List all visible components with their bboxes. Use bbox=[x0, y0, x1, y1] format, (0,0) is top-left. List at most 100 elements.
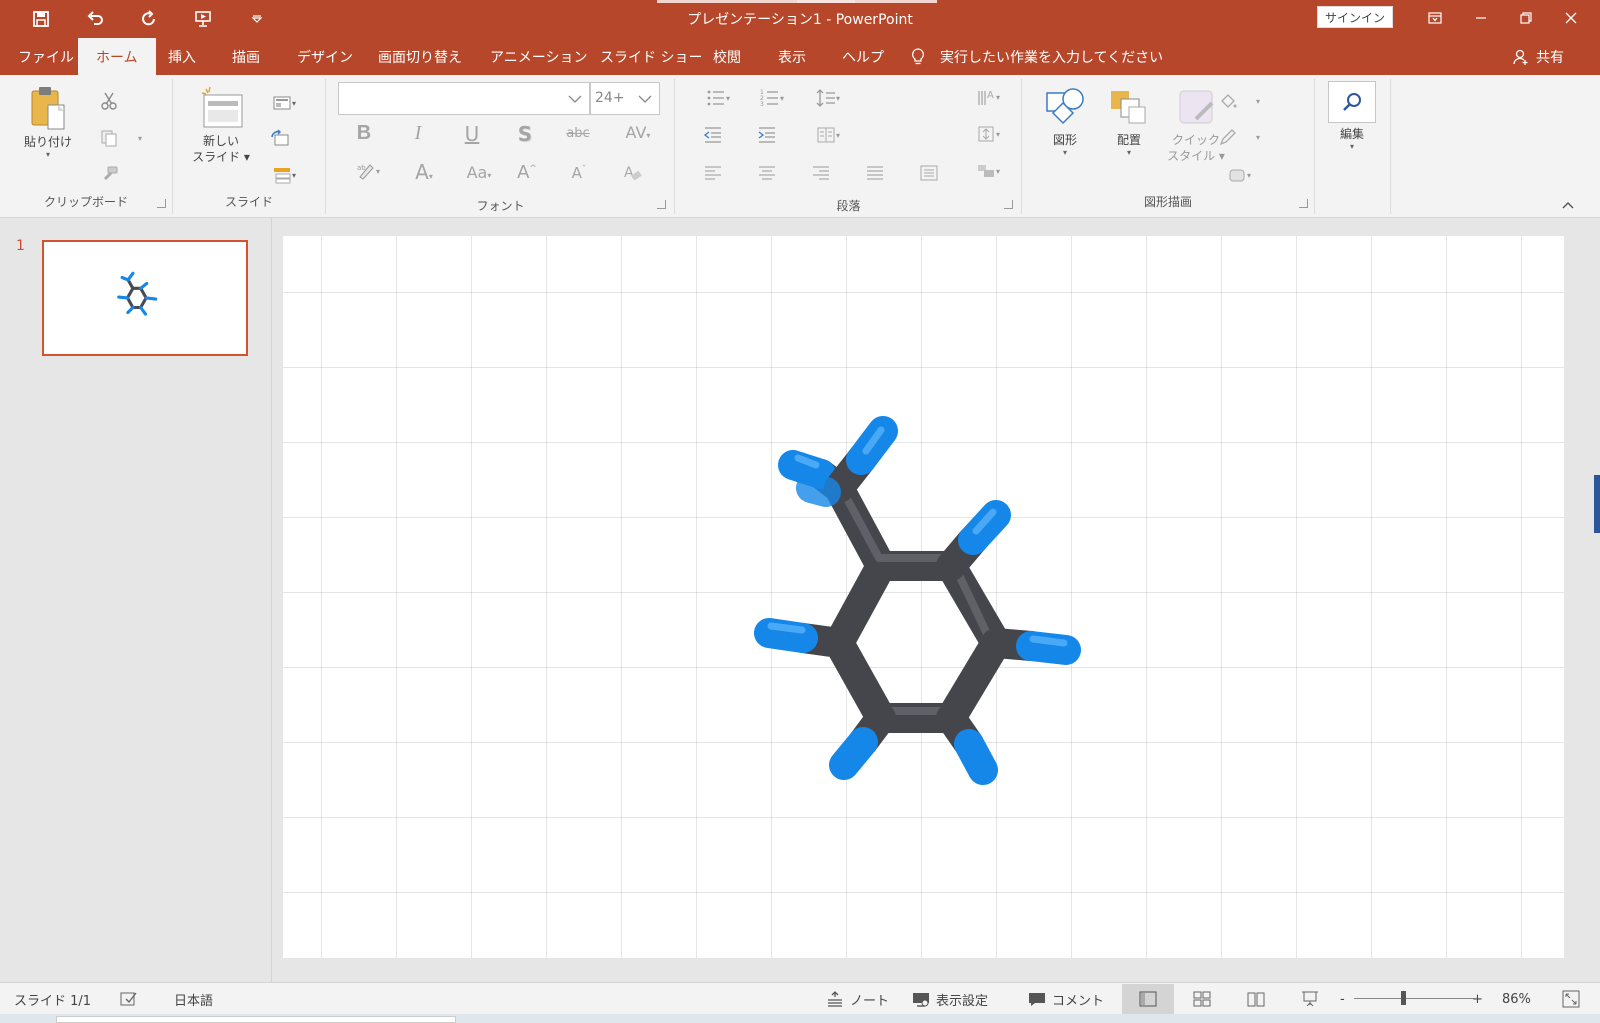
zoom-percent: 86% bbox=[1502, 991, 1531, 1007]
line-spacing-icon bbox=[816, 89, 835, 107]
shape-effects-button[interactable]: ▾ bbox=[1214, 163, 1264, 187]
italic-button[interactable]: I bbox=[403, 122, 433, 145]
tab-help[interactable]: ヘルプ bbox=[826, 38, 900, 75]
font-name-input[interactable] bbox=[338, 82, 590, 115]
arrange-button[interactable]: 配置 ▾ bbox=[1106, 85, 1152, 157]
share-button[interactable]: 共有 bbox=[1512, 38, 1564, 75]
text-highlight-button[interactable]: ab ▾ bbox=[348, 159, 388, 183]
text-direction-button[interactable]: A ▾ bbox=[968, 85, 1008, 109]
zoom-out-button[interactable]: - bbox=[1340, 983, 1345, 1015]
tab-transitions[interactable]: 画面切り替え bbox=[362, 38, 478, 75]
svg-text:A: A bbox=[987, 90, 994, 101]
shapes-button[interactable]: 図形 ▾ bbox=[1042, 85, 1088, 157]
align-text-button[interactable]: ▾ bbox=[968, 122, 1008, 146]
copy-button[interactable] bbox=[96, 126, 122, 150]
paste-button[interactable]: 貼り付け ▾ bbox=[20, 85, 76, 159]
increase-font-size-button[interactable]: A^ bbox=[512, 162, 542, 183]
comments-button[interactable]: コメント bbox=[1028, 983, 1104, 1015]
tab-file[interactable]: ファイル bbox=[2, 38, 90, 75]
collapse-ribbon-icon[interactable] bbox=[1560, 199, 1576, 211]
editing-button[interactable]: 編集 ▾ bbox=[1327, 81, 1377, 151]
section-button[interactable]: ▾ bbox=[267, 163, 301, 187]
fit-to-window-button[interactable] bbox=[1562, 983, 1580, 1015]
distributed-button[interactable] bbox=[916, 161, 942, 185]
font-color-button[interactable]: A▾ bbox=[404, 160, 444, 184]
align-center-button[interactable] bbox=[754, 161, 780, 185]
smartart-icon bbox=[977, 165, 994, 177]
ribbon-display-options-button[interactable] bbox=[1412, 4, 1458, 32]
tab-insert[interactable]: 挿入 bbox=[152, 38, 212, 75]
change-case-button[interactable]: Aa▾ bbox=[458, 163, 500, 182]
new-slide-button[interactable]: 新しい スライド ▾ bbox=[191, 85, 251, 165]
underline-button[interactable]: U bbox=[457, 122, 487, 146]
reset-slide-button[interactable] bbox=[267, 127, 293, 151]
font-size-input[interactable]: 24+ bbox=[590, 82, 660, 115]
tab-view[interactable]: 表示 bbox=[762, 38, 822, 75]
slide-sorter-view-button[interactable] bbox=[1176, 984, 1228, 1014]
restore-icon bbox=[1520, 12, 1532, 24]
strikethrough-button[interactable]: abc bbox=[563, 126, 593, 141]
tab-design[interactable]: デザイン bbox=[281, 38, 369, 75]
text-shadow-button[interactable]: S bbox=[510, 122, 540, 146]
spell-check-button[interactable] bbox=[120, 983, 138, 1015]
notes-button[interactable]: ノート bbox=[826, 983, 889, 1015]
molecule-3d-model[interactable] bbox=[283, 236, 1564, 958]
zoom-slider[interactable] bbox=[1354, 998, 1474, 999]
layout-button[interactable]: ▾ bbox=[267, 91, 301, 115]
signin-button[interactable]: サインイン bbox=[1317, 6, 1393, 28]
font-dialog-launcher[interactable] bbox=[657, 200, 666, 209]
drawing-dialog-launcher[interactable] bbox=[1299, 199, 1308, 208]
tell-me-search[interactable]: 実行したい作業を入力してください bbox=[910, 38, 1163, 75]
convert-to-smartart-button[interactable]: ▾ bbox=[968, 159, 1008, 183]
shapes-icon bbox=[1046, 88, 1084, 125]
columns-icon bbox=[817, 127, 835, 143]
paragraph-dialog-launcher[interactable] bbox=[1004, 200, 1013, 209]
slide-canvas[interactable] bbox=[283, 236, 1564, 958]
decrease-font-size-button[interactable]: Aˇ bbox=[564, 164, 594, 182]
zoom-level-button[interactable]: 86% bbox=[1502, 983, 1531, 1015]
zoom-in-button[interactable]: + bbox=[1472, 983, 1483, 1015]
arrange-icon bbox=[1111, 91, 1146, 124]
shape-fill-button[interactable]: ▾ bbox=[1214, 89, 1264, 113]
decrease-indent-button[interactable] bbox=[700, 123, 726, 147]
slideshow-view-button[interactable] bbox=[1284, 984, 1336, 1014]
increase-indent-button[interactable] bbox=[754, 123, 780, 147]
shrink-label: A bbox=[571, 164, 582, 182]
zoom-slider-thumb[interactable] bbox=[1401, 991, 1406, 1005]
reading-view-button[interactable] bbox=[1230, 984, 1282, 1014]
align-right-button[interactable] bbox=[808, 161, 834, 185]
bold-button[interactable]: B bbox=[349, 122, 379, 145]
font-color-label: A bbox=[415, 160, 429, 184]
columns-button[interactable]: ▾ bbox=[808, 123, 848, 147]
cut-button[interactable] bbox=[96, 89, 122, 113]
clipboard-dialog-launcher[interactable] bbox=[157, 199, 166, 208]
minimize-icon bbox=[1476, 17, 1486, 19]
restore-button[interactable] bbox=[1503, 4, 1549, 32]
reset-icon bbox=[271, 129, 289, 146]
align-left-button[interactable] bbox=[700, 161, 726, 185]
copy-dropdown-icon[interactable]: ▾ bbox=[138, 134, 142, 143]
layout-icon bbox=[273, 96, 291, 110]
language-status[interactable]: 日本語 bbox=[174, 983, 213, 1015]
display-settings-button[interactable]: 表示設定 bbox=[912, 983, 988, 1015]
justify-button[interactable] bbox=[862, 161, 888, 185]
line-spacing-button[interactable]: ▾ bbox=[808, 86, 848, 110]
clear-formatting-icon: A bbox=[624, 165, 642, 181]
tab-review[interactable]: 校閲 bbox=[697, 38, 757, 75]
bullets-button[interactable]: ▾ bbox=[698, 86, 738, 110]
editing-group: 編集 ▾ bbox=[1315, 79, 1391, 214]
character-spacing-button[interactable]: AV▾ bbox=[618, 123, 658, 142]
minimize-button[interactable] bbox=[1458, 4, 1504, 32]
copy-icon bbox=[101, 130, 117, 147]
format-painter-button[interactable] bbox=[96, 163, 122, 187]
normal-view-button[interactable] bbox=[1122, 984, 1174, 1014]
clear-formatting-button[interactable]: A bbox=[620, 161, 646, 185]
scrollbar-thumb[interactable] bbox=[1594, 475, 1600, 533]
tab-home[interactable]: ホーム bbox=[78, 38, 156, 75]
numbering-button[interactable]: 123 ▾ bbox=[752, 86, 792, 110]
format-painter-icon bbox=[103, 166, 118, 181]
close-button[interactable] bbox=[1548, 4, 1594, 32]
tab-draw[interactable]: 描画 bbox=[216, 38, 276, 75]
shape-outline-button[interactable]: ▾ bbox=[1214, 125, 1264, 149]
slide-thumbnail[interactable] bbox=[42, 240, 248, 356]
